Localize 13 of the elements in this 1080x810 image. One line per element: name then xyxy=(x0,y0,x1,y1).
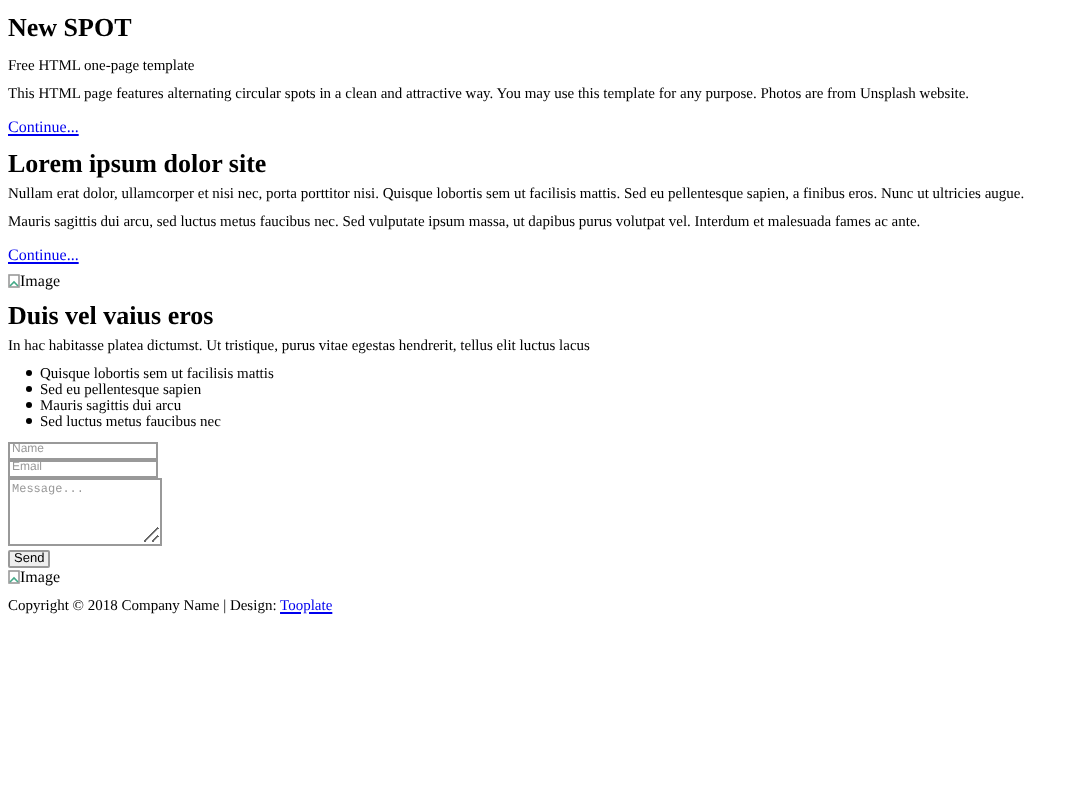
broken-image-icon xyxy=(8,570,20,584)
continue-link[interactable]: Continue... xyxy=(8,246,79,264)
broken-image: Image xyxy=(8,568,60,586)
bullet-icon xyxy=(26,385,32,391)
bullet-icon xyxy=(26,417,32,423)
section-title: Duis vel vaius eros xyxy=(8,300,216,330)
bullet-icon xyxy=(26,369,32,375)
section-title: Lorem ipsum dolor site xyxy=(8,148,269,178)
broken-image: Image xyxy=(8,272,1072,290)
continue-link[interactable]: Continue... xyxy=(8,118,79,136)
page-title: New SPOT xyxy=(8,12,134,42)
broken-image-icon xyxy=(8,274,20,288)
bullet-icon xyxy=(26,401,32,407)
